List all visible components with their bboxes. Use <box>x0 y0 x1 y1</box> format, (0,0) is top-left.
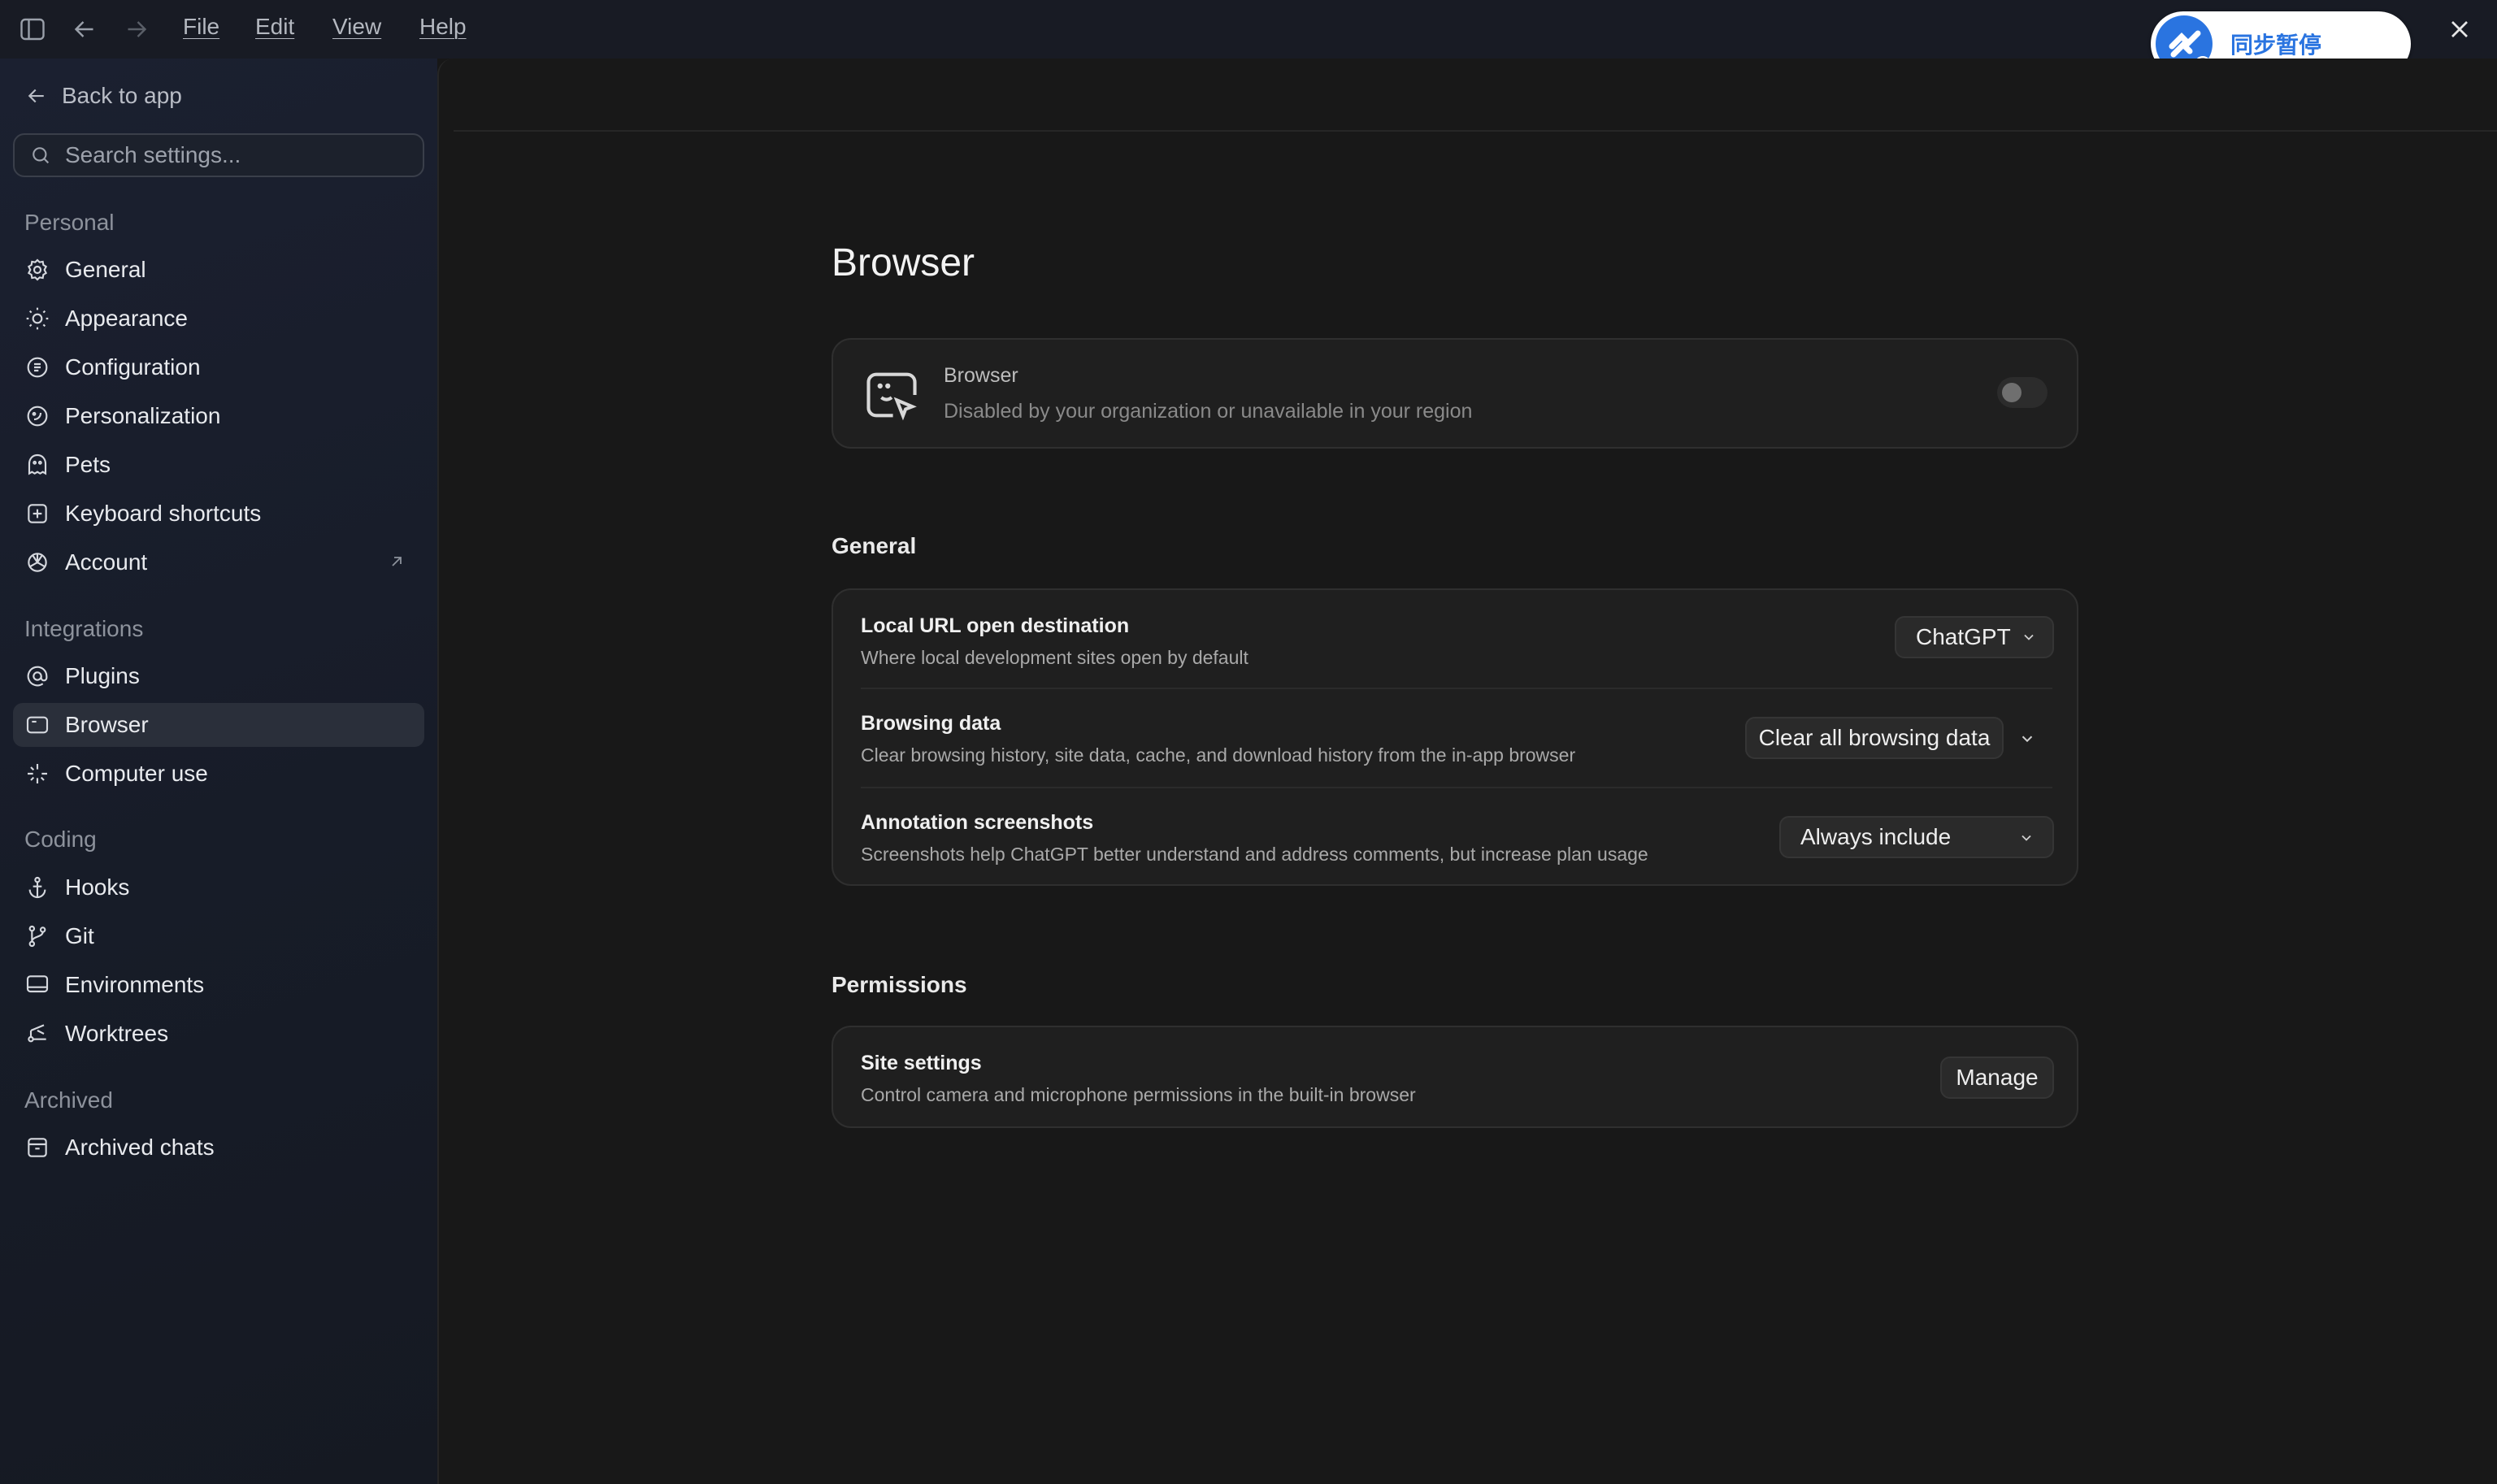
chevron-down-icon <box>2021 629 2037 645</box>
sidebar-item-label: Configuration <box>65 354 201 380</box>
sidebar-item-git[interactable]: Git <box>13 914 424 958</box>
page-title: Browser <box>832 241 975 284</box>
manage-site-settings-button[interactable]: Manage <box>1940 1057 2054 1099</box>
general-settings-card: Local URL open destination Where local d… <box>832 588 2078 886</box>
site-settings-description: Control camera and microphone permission… <box>861 1084 1416 1105</box>
sidebar-item-label: Personalization <box>65 403 221 428</box>
sidebar-item-browser[interactable]: Browser <box>13 703 424 747</box>
sidebar-item-general[interactable]: General <box>13 248 424 292</box>
browser-toggle-card: Browser Disabled by your organization or… <box>832 338 2078 449</box>
sidebar-item-label: Account <box>65 549 148 575</box>
sync-status-text: 同步暂停 <box>2230 33 2322 58</box>
sidebar-item-configuration[interactable]: Configuration <box>13 345 424 389</box>
sidebar-item-label: Worktrees <box>65 1021 169 1046</box>
anchor-icon <box>24 874 50 900</box>
sidebar-item-personalization[interactable]: Personalization <box>13 394 424 438</box>
sidebar-item-label: Archived chats <box>65 1135 215 1160</box>
sidebar-item-plugins[interactable]: Plugins <box>13 654 424 698</box>
git-branch-icon <box>24 923 50 949</box>
header-divider <box>454 130 2497 132</box>
sidebar-item-label: Plugins <box>65 663 140 688</box>
back-to-app-link[interactable]: Back to app <box>24 80 182 112</box>
clear-all-browsing-data-button[interactable]: Clear all browsing data <box>1745 717 2004 759</box>
section-coding: Coding <box>24 827 97 852</box>
title-bar: File Edit View Help <box>0 0 2497 59</box>
row-divider <box>861 688 2052 689</box>
row-divider <box>861 787 2052 788</box>
dropdown-value: Always include <box>1800 824 1952 849</box>
worktree-icon <box>24 1021 50 1047</box>
forward-arrow-icon[interactable] <box>122 15 151 44</box>
browsing-data-description: Clear browsing history, site data, cache… <box>861 744 1576 766</box>
permissions-section-heading: Permissions <box>832 972 967 997</box>
local-url-description: Where local development sites open by de… <box>861 647 1248 668</box>
permissions-card: Site settings Control camera and microph… <box>832 1026 2078 1128</box>
dropdown-value: ChatGPT <box>1916 624 2011 649</box>
search-icon <box>29 144 52 167</box>
sidebar-item-archived-chats[interactable]: Archived chats <box>13 1126 424 1169</box>
browser-icon <box>24 712 50 738</box>
sidebar-item-label: Pets <box>65 452 111 477</box>
section-archived: Archived <box>24 1087 113 1113</box>
annotation-screenshots-dropdown[interactable]: Always include <box>1779 816 2054 858</box>
keyboard-icon <box>24 501 50 527</box>
menu-help[interactable]: Help <box>419 14 467 40</box>
search-input[interactable] <box>63 141 408 169</box>
browser-card-description: Disabled by your organization or unavail… <box>944 400 1473 423</box>
sun-icon <box>24 306 50 332</box>
archive-icon <box>24 1135 50 1161</box>
clear-options-chevron-icon[interactable] <box>2018 730 2036 748</box>
sidebar-item-label: Git <box>65 923 94 948</box>
menu-file[interactable]: File <box>183 14 219 40</box>
search-settings-field[interactable] <box>13 133 424 177</box>
general-section-heading: General <box>832 533 917 558</box>
sidebar-toggle-icon[interactable] <box>18 15 47 44</box>
chevron-down-icon <box>2018 830 2035 846</box>
sidebar-item-label: Environments <box>65 972 205 997</box>
sidebar-item-label: Browser <box>65 712 149 737</box>
section-personal: Personal <box>24 210 115 235</box>
close-icon[interactable] <box>2445 15 2474 44</box>
sidebar-item-hooks[interactable]: Hooks <box>13 866 424 909</box>
sidebar-item-keyboard-shortcuts[interactable]: Keyboard shortcuts <box>13 492 424 536</box>
openai-icon <box>24 549 50 575</box>
sidebar-item-label: Appearance <box>65 306 189 331</box>
section-integrations: Integrations <box>24 616 144 641</box>
sidebar-item-worktrees[interactable]: Worktrees <box>13 1012 424 1056</box>
site-settings-title: Site settings <box>861 1052 982 1074</box>
back-arrow-icon[interactable] <box>70 15 99 44</box>
monitor-icon <box>24 972 50 998</box>
sidebar-item-account[interactable]: Account <box>13 540 424 584</box>
browser-cursor-icon <box>861 364 923 426</box>
sidebar-item-label: Keyboard shortcuts <box>65 501 262 526</box>
browser-toggle[interactable] <box>1997 377 2048 408</box>
sidebar-item-pets[interactable]: Pets <box>13 443 424 487</box>
sparkle-icon <box>24 761 50 787</box>
sidebar-item-label: Hooks <box>65 874 130 900</box>
annotation-screenshots-description: Screenshots help ChatGPT better understa… <box>861 844 1648 865</box>
gear-icon <box>24 257 50 283</box>
external-link-icon <box>387 552 406 571</box>
local-url-destination-dropdown[interactable]: ChatGPT <box>1895 616 2054 658</box>
sidebar-item-environments[interactable]: Environments <box>13 963 424 1007</box>
config-icon <box>24 354 50 380</box>
local-url-title: Local URL open destination <box>861 614 1130 637</box>
browser-card-title: Browser <box>944 364 1018 387</box>
pet-icon <box>24 452 50 478</box>
personalization-icon <box>24 403 50 429</box>
menu-edit[interactable]: Edit <box>255 14 294 40</box>
sidebar-item-label: General <box>65 257 146 282</box>
arrow-left-icon <box>24 84 62 108</box>
sidebar-item-label: Computer use <box>65 761 208 786</box>
menu-view[interactable]: View <box>332 14 381 40</box>
at-icon <box>24 663 50 689</box>
sidebar-item-computer-use[interactable]: Computer use <box>13 752 424 796</box>
sidebar-item-appearance[interactable]: Appearance <box>13 297 424 341</box>
toggle-knob <box>2002 383 2021 402</box>
browsing-data-title: Browsing data <box>861 712 1001 735</box>
annotation-screenshots-title: Annotation screenshots <box>861 811 1094 834</box>
back-to-app-label: Back to app <box>62 83 182 108</box>
